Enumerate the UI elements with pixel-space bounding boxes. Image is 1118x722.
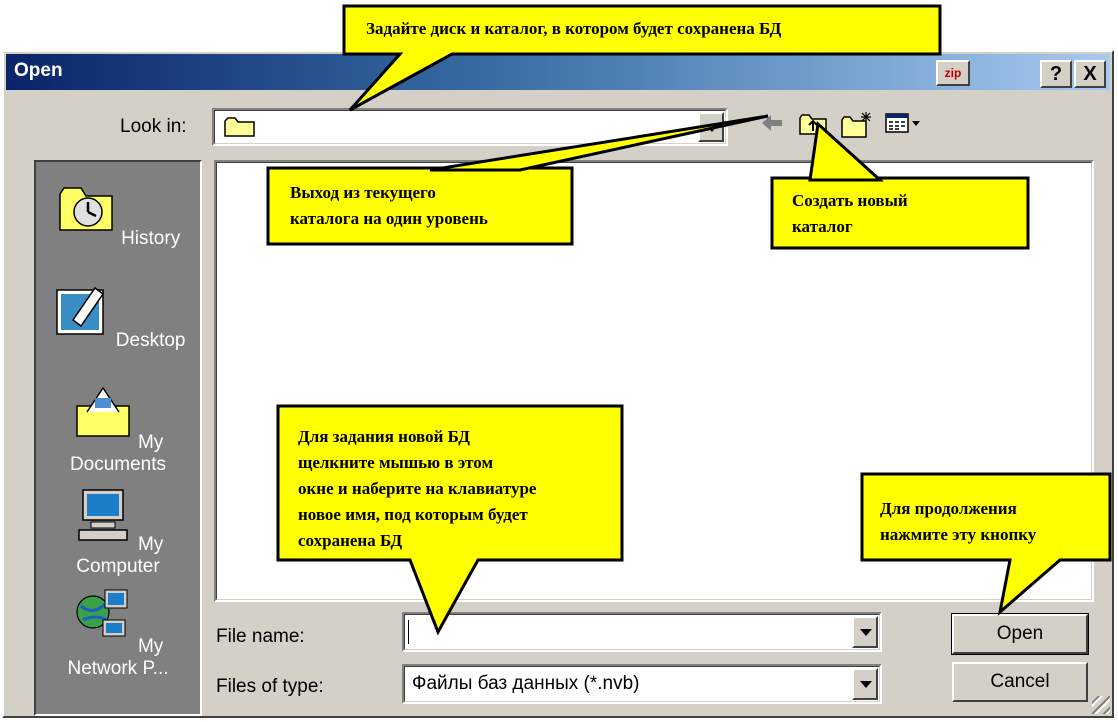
files-of-type-dropdown-button[interactable]: [852, 668, 878, 700]
view-menu-icon[interactable]: [884, 110, 924, 138]
window-title: Open: [14, 60, 63, 81]
look-in-combo[interactable]: [212, 108, 728, 146]
my-network-places-icon: [76, 589, 128, 637]
open-dialog: Open zip ? X Look in: History Desktop My…: [2, 50, 1114, 718]
folder-icon: [224, 117, 255, 137]
file-name-input[interactable]: [408, 620, 409, 644]
place-history[interactable]: History: [36, 178, 200, 250]
open-button[interactable]: Open: [951, 613, 1089, 655]
callout-top-text: Задайте диск и каталог, в котором будет …: [366, 19, 782, 38]
callout-newdb-text-5: сохранена БД: [298, 531, 403, 550]
place-desktop[interactable]: Desktop: [36, 280, 200, 352]
zip-button[interactable]: zip: [936, 60, 970, 86]
files-of-type-value: Файлы баз данных (*.nvb): [412, 673, 640, 694]
files-of-type-label: Files of type:: [216, 676, 324, 697]
back-arrow-icon[interactable]: [758, 110, 786, 136]
place-label: History: [121, 228, 181, 249]
resize-grip[interactable]: [1092, 696, 1110, 714]
file-name-dropdown-button[interactable]: [852, 616, 878, 648]
callout-continue-text-2: нажмите эту кнопку: [880, 525, 1037, 544]
callout-up-text-1: Выход из текущего: [290, 183, 436, 202]
callout-newdb-text-2: щелкните мышью в этом: [298, 453, 494, 472]
places-bar: History Desktop My Documents My Computer…: [34, 160, 202, 716]
my-computer-icon: [77, 489, 128, 541]
look-in-label: Look in:: [120, 116, 187, 137]
place-my-network[interactable]: My Network P...: [36, 586, 200, 680]
file-name-label: File name:: [216, 626, 305, 647]
look-in-dropdown-button[interactable]: [698, 112, 724, 142]
callout-newdb-text-1: Для задания новой БД: [298, 427, 470, 446]
callout-newdir-text-1: Создать новый: [792, 191, 908, 210]
place-my-computer[interactable]: My Computer: [36, 484, 200, 578]
callout-newdb-text-3: окне и наберите на клавиатуре: [298, 479, 537, 498]
callout-continue-text-1: Для продолжения: [880, 499, 1017, 518]
close-button[interactable]: X: [1074, 60, 1106, 88]
history-icon: [59, 187, 113, 231]
place-my-documents[interactable]: My Documents: [36, 382, 200, 476]
new-folder-icon[interactable]: [840, 110, 874, 140]
place-label: Desktop: [115, 330, 186, 351]
file-name-combo[interactable]: [402, 612, 882, 652]
my-documents-icon: [75, 386, 130, 437]
callout-newdir-text-2: каталог: [792, 217, 853, 236]
cancel-button[interactable]: Cancel: [952, 662, 1088, 702]
up-folder-icon[interactable]: [798, 110, 828, 138]
help-button[interactable]: ?: [1040, 60, 1072, 88]
callout-up-text-2: каталога на один уровень: [290, 209, 488, 228]
title-bar[interactable]: Open zip ? X: [6, 54, 1110, 90]
desktop-icon: [55, 286, 104, 335]
callout-newdb-text-4: новое имя, под которым будет: [298, 505, 528, 524]
files-of-type-combo[interactable]: Файлы баз данных (*.nvb): [402, 664, 882, 704]
